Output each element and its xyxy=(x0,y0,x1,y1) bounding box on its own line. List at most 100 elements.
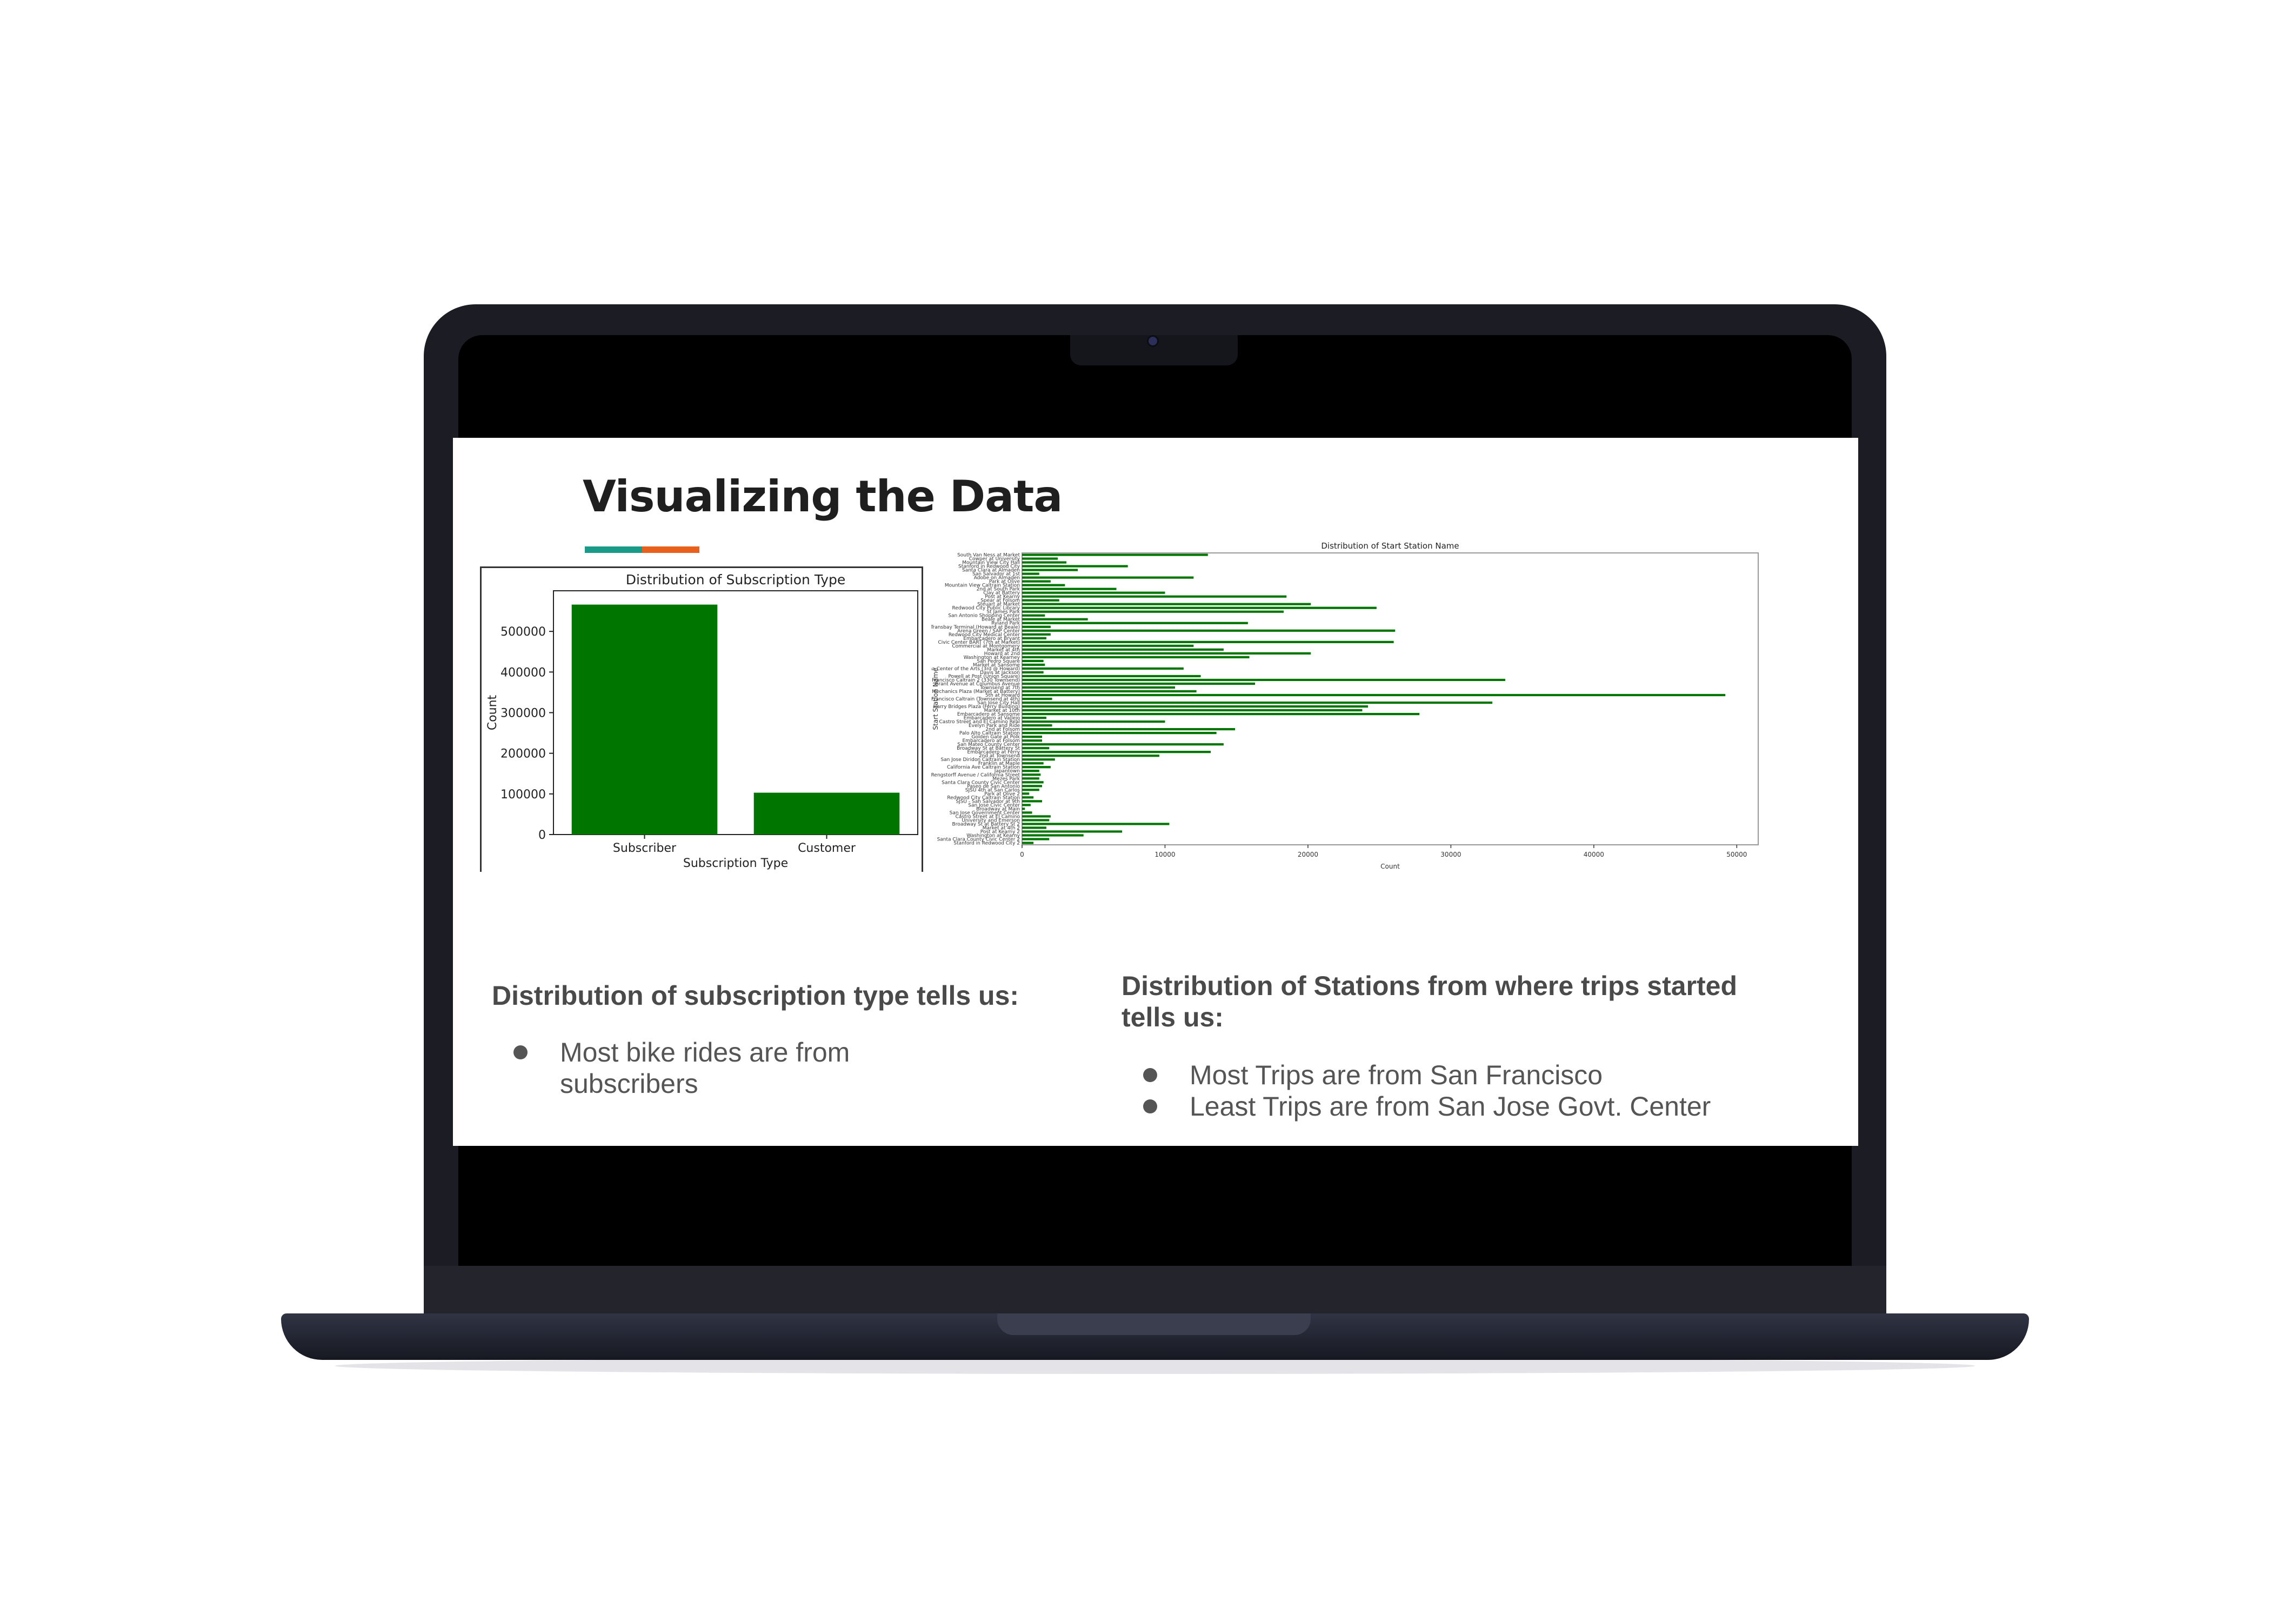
station-bar xyxy=(1022,690,1197,693)
station-bar xyxy=(1022,633,1051,636)
station-bar xyxy=(1022,830,1123,833)
station-bar xyxy=(1022,599,1059,602)
right-bullet-2: Least Trips are from San Jose Govt. Cent… xyxy=(1122,1091,1716,1122)
right-bullet-list: Most Trips are from San Francisco Least … xyxy=(1122,1059,1716,1122)
station-bar xyxy=(1022,580,1051,583)
station-bar xyxy=(1022,823,1170,825)
station-bar xyxy=(1022,640,1394,643)
station-bar xyxy=(1022,720,1165,723)
station-bar xyxy=(1022,755,1159,757)
bullet-dot-icon xyxy=(1143,1099,1157,1113)
station-bar xyxy=(1022,808,1025,810)
camera-icon xyxy=(1149,337,1157,345)
station-bar xyxy=(1022,709,1363,712)
station-bar xyxy=(1022,603,1311,605)
station-bar xyxy=(1022,724,1052,727)
x-axis-label: Count xyxy=(1380,863,1400,870)
station-bar xyxy=(1022,781,1044,784)
station-bar xyxy=(1022,682,1256,685)
station-bar xyxy=(1022,804,1031,806)
title-accent-orange xyxy=(642,546,699,553)
station-bar xyxy=(1022,572,1039,575)
station-bar xyxy=(1022,591,1165,594)
station-bar xyxy=(1022,705,1369,708)
station-bar xyxy=(1022,811,1032,814)
x-tick-label: 40000 xyxy=(1584,851,1604,858)
station-bar xyxy=(1022,739,1043,742)
y-tick-label: 500000 xyxy=(500,625,546,639)
y-tick-label: 400000 xyxy=(500,666,546,679)
station-bar xyxy=(1022,834,1084,837)
station-bar xyxy=(1022,751,1211,753)
station-bar xyxy=(1022,652,1311,655)
station-bar xyxy=(1022,644,1194,647)
station-bar xyxy=(1022,701,1493,704)
station-bar xyxy=(1022,565,1128,568)
left-bullet-list: Most bike rides are from subscribers xyxy=(492,1037,892,1099)
station-bar xyxy=(1022,697,1052,700)
station-bar xyxy=(1022,618,1088,620)
station-bar xyxy=(1022,712,1420,716)
x-tick-label: Customer xyxy=(798,842,856,855)
x-tick-label: 0 xyxy=(1020,851,1024,858)
chart-title: Distribution of Start Station Name xyxy=(1321,541,1459,551)
station-bar xyxy=(1022,743,1224,746)
station-bar xyxy=(1022,792,1030,795)
x-tick-label: Subscriber xyxy=(613,842,677,855)
station-bar xyxy=(1022,622,1248,624)
x-axis-label: Subscription Type xyxy=(683,857,788,870)
station-bar xyxy=(1022,686,1175,689)
y-axis-label: Count xyxy=(486,695,499,730)
right-bullet-1-text: Most Trips are from San Francisco xyxy=(1190,1060,1603,1090)
station-bar xyxy=(1022,656,1250,658)
left-bullet-1-text: Most bike rides are from subscribers xyxy=(560,1037,850,1099)
chart-title: Distribution of Subscription Type xyxy=(626,572,846,588)
left-caption: Distribution of subscription type tells … xyxy=(492,980,1019,1011)
station-bar xyxy=(1022,584,1065,586)
station-bar xyxy=(1022,557,1058,560)
y-tick-label: 100000 xyxy=(500,788,546,802)
station-bar xyxy=(1022,553,1208,556)
slide-title: Visualizing the Data xyxy=(583,471,1063,522)
station-bar xyxy=(1022,576,1194,579)
station-bar xyxy=(1022,800,1043,803)
station-bar xyxy=(1022,732,1217,735)
right-bullet-2-text: Least Trips are from San Jose Govt. Cent… xyxy=(1190,1091,1711,1122)
station-bar xyxy=(1022,663,1045,666)
station-tick-label: Stanford in Redwood City 2 xyxy=(953,840,1020,846)
x-tick-label: 10000 xyxy=(1154,851,1175,858)
station-bar xyxy=(1022,625,1051,628)
station-bar xyxy=(1022,648,1224,651)
laptop-shadow xyxy=(335,1358,1975,1374)
station-bar xyxy=(1022,819,1050,822)
station-bar xyxy=(1022,785,1043,788)
station-bar xyxy=(1022,606,1377,609)
x-tick-label: 20000 xyxy=(1298,851,1318,858)
station-bar xyxy=(1022,675,1201,678)
bar-subscriber xyxy=(571,604,718,835)
x-tick-label: 50000 xyxy=(1726,851,1747,858)
station-bar xyxy=(1022,777,1039,780)
subscription-type-chart: Distribution of Subscription Type 0 100000… xyxy=(486,572,918,870)
subscription-chart-frame: Distribution of Subscription Type 0 100000… xyxy=(480,566,923,872)
station-bar xyxy=(1022,838,1050,840)
start-station-chart: Distribution of Start Station Name 0 10000… xyxy=(931,541,1759,870)
station-bar xyxy=(1022,842,1034,844)
station-bar xyxy=(1022,659,1044,662)
station-bar xyxy=(1022,561,1066,564)
station-bar xyxy=(1022,629,1396,632)
station-bar xyxy=(1022,815,1051,818)
station-bar xyxy=(1022,637,1046,639)
station-bar xyxy=(1022,610,1284,613)
station-bar xyxy=(1022,728,1236,731)
station-bar xyxy=(1022,588,1117,590)
station-bar xyxy=(1022,671,1044,674)
station-bar xyxy=(1022,758,1055,761)
bullet-dot-icon xyxy=(513,1045,528,1059)
right-bullet-1: Most Trips are from San Francisco xyxy=(1122,1059,1716,1091)
station-bar xyxy=(1022,678,1505,682)
title-accent-teal xyxy=(585,546,642,553)
station-bar xyxy=(1022,569,1078,571)
station-bar xyxy=(1022,826,1046,829)
bullet-dot-icon xyxy=(1143,1068,1157,1082)
